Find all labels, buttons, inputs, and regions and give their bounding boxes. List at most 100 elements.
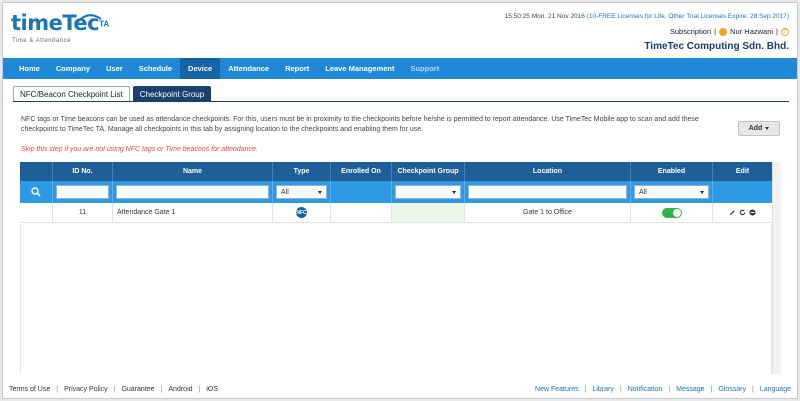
row-checkpoint-group[interactable] xyxy=(392,203,465,222)
row-enrolled-on xyxy=(331,203,392,222)
footer-link-ios[interactable]: iOS xyxy=(206,386,218,393)
nav-report[interactable]: Report xyxy=(277,58,317,79)
filter-cell xyxy=(392,181,465,203)
footer-separator: | xyxy=(198,386,201,393)
enabled-filter-select[interactable]: All xyxy=(634,185,709,199)
logo[interactable]: timeTecTA Time & Attendance xyxy=(11,11,121,47)
tab-divider xyxy=(13,101,789,102)
footer-link-notification[interactable]: Notification xyxy=(628,386,663,393)
footer-link-language[interactable]: Language xyxy=(760,386,791,393)
license-info: 15:50:25 Mon. 21 Nov 2016 (10-FREE Licen… xyxy=(505,13,789,20)
tab-nfc-beacon-checkpoint-list[interactable]: NFC/Beacon Checkpoint List xyxy=(13,86,130,102)
filter-row: All All xyxy=(20,181,772,203)
footer-separator: | xyxy=(113,386,116,393)
pencil-icon[interactable] xyxy=(729,209,736,216)
filter-cell xyxy=(53,181,113,203)
app-window: timeTecTA Time & Attendance 15:50:25 Mon… xyxy=(2,2,798,399)
datetime: 15:50:25 Mon. 21 Nov 2016 xyxy=(504,13,585,20)
filter-cell: All xyxy=(631,181,713,203)
id-filter-input[interactable] xyxy=(56,185,109,199)
column-header-enabled[interactable]: Enabled xyxy=(631,162,713,181)
filter-cell xyxy=(465,181,631,203)
warning-text: Skip this step if you are not using NFC … xyxy=(21,146,258,153)
nfc-icon: NFC xyxy=(296,207,307,218)
footer-right-links: New Features | Library | Notification | Mes… xyxy=(535,386,791,393)
separator: | xyxy=(714,27,717,36)
page-description: NFC tags or Time beacons can be used as … xyxy=(21,116,699,133)
column-header-location[interactable]: Location xyxy=(465,162,631,181)
refresh-icon[interactable] xyxy=(739,209,746,216)
footer-separator: | xyxy=(160,386,163,393)
footer-link-glossary[interactable]: Glossary xyxy=(718,386,746,393)
search-button[interactable] xyxy=(20,181,53,203)
nav-support[interactable]: Support xyxy=(402,58,447,79)
footer-separator: | xyxy=(668,386,671,393)
nav-home[interactable]: Home xyxy=(11,58,48,79)
footer-link-message[interactable]: Message xyxy=(676,386,704,393)
footer-link-new-features[interactable]: New Features xyxy=(535,386,579,393)
logo-swoosh-icon xyxy=(74,14,102,26)
footer-link-library[interactable]: Library xyxy=(592,386,613,393)
help-icon[interactable]: ? xyxy=(781,27,789,36)
user-status-icon xyxy=(719,27,728,36)
user-line: Subscription | Nur Hazwani | ? xyxy=(670,27,789,36)
user-name[interactable]: Nur Hazwani xyxy=(730,27,773,36)
footer-link-guarantee[interactable]: Guarantee xyxy=(121,386,154,393)
license-link[interactable]: (10-FREE Licenses for Life, Other Trial … xyxy=(587,13,789,20)
chevron-down-icon xyxy=(700,190,704,194)
chevron-down-icon xyxy=(452,190,456,194)
checkpoint-table: ID No. Name Type Enrolled On Checkpoint … xyxy=(20,162,772,223)
footer-link-android[interactable]: Android xyxy=(168,386,192,393)
enabled-toggle[interactable] xyxy=(661,207,682,218)
nav-device[interactable]: Device xyxy=(180,58,221,79)
table-row[interactable]: 11 Attendance Gate 1 NFC Gate 1 to Offic… xyxy=(20,203,772,223)
row-type: NFC xyxy=(273,203,331,222)
group-filter-select[interactable] xyxy=(395,185,461,199)
column-header xyxy=(20,162,53,181)
subscription-link[interactable]: Subscription xyxy=(670,27,711,36)
column-header-edit: Edit xyxy=(735,168,750,175)
row-select-cell xyxy=(20,203,53,222)
footer-separator: | xyxy=(584,386,587,393)
table-body-empty xyxy=(20,224,772,374)
row-name: Attendance Gate 1 xyxy=(113,203,273,222)
add-button[interactable]: Add xyxy=(738,121,780,136)
add-button-label: Add xyxy=(748,125,763,132)
column-header-type[interactable]: Type xyxy=(273,162,331,181)
table-header-row: ID No. Name Type Enrolled On Checkpoint … xyxy=(20,162,772,181)
footer-separator: | xyxy=(710,386,713,393)
nav-user[interactable]: User xyxy=(98,58,131,79)
column-header-name[interactable]: Name xyxy=(113,162,273,181)
type-filter-value: All xyxy=(281,188,289,196)
header: timeTecTA Time & Attendance 15:50:25 Mon… xyxy=(3,3,797,57)
row-location: Gate 1 to Office xyxy=(465,203,631,222)
search-icon xyxy=(31,187,41,197)
row-id: 11 xyxy=(53,203,113,222)
logo-tagline: Time & Attendance xyxy=(12,38,71,44)
column-header-id[interactable]: ID No. xyxy=(53,162,113,181)
vertical-scrollbar[interactable] xyxy=(772,162,781,374)
footer-separator: | xyxy=(619,386,622,393)
filter-cell: All xyxy=(273,181,331,203)
tab-checkpoint-group[interactable]: Checkpoint Group xyxy=(132,86,212,102)
nav-company[interactable]: Company xyxy=(48,58,98,79)
company-name: TimeTec Computing Sdn. Bhd. xyxy=(644,41,789,52)
type-filter-select[interactable]: All xyxy=(276,185,327,199)
column-header-enrolled-on[interactable]: Enrolled On xyxy=(331,162,392,181)
footer-link-terms[interactable]: Terms of Use xyxy=(9,386,50,393)
nav-attendance[interactable]: Attendance xyxy=(220,58,277,79)
separator: | xyxy=(776,27,778,36)
footer-left-links: Terms of Use | Privacy Policy | Guarantee |… xyxy=(9,386,218,393)
row-edit xyxy=(713,203,772,222)
filter-cell-empty xyxy=(713,181,772,203)
name-filter-input[interactable] xyxy=(116,185,269,199)
remove-icon[interactable] xyxy=(749,209,756,216)
nav-leave-management[interactable]: Leave Management xyxy=(317,58,402,79)
footer-link-privacy[interactable]: Privacy Policy xyxy=(64,386,108,393)
filter-cell-empty xyxy=(331,181,392,203)
location-filter-input[interactable] xyxy=(468,185,627,199)
column-header-checkpoint-group[interactable]: Checkpoint Group xyxy=(392,162,465,181)
footer-separator: | xyxy=(56,386,59,393)
chevron-down-icon xyxy=(765,127,770,130)
nav-schedule[interactable]: Schedule xyxy=(131,58,180,79)
